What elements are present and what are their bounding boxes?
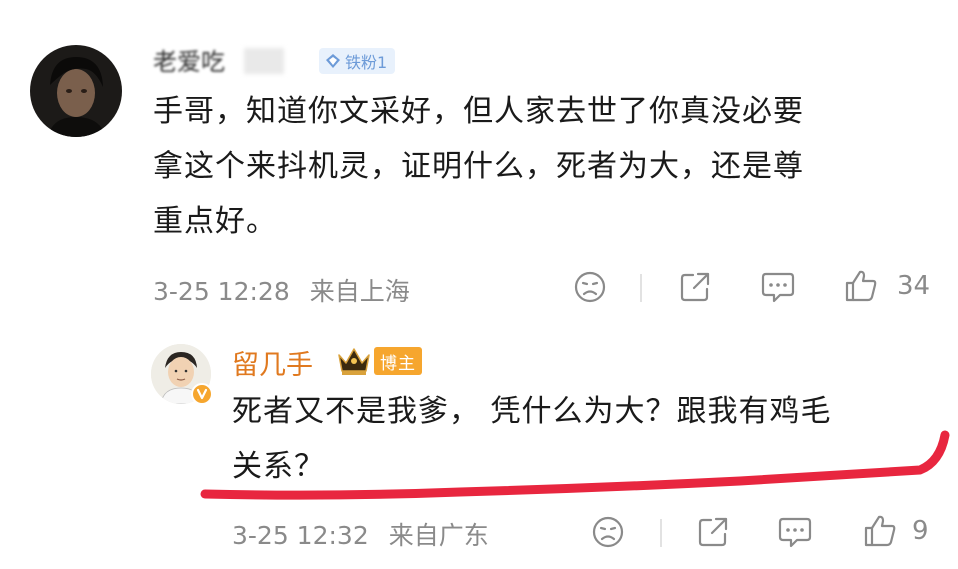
comment-bubble-icon xyxy=(778,517,812,548)
dislike-face-icon xyxy=(592,516,624,548)
divider xyxy=(660,519,662,547)
like-button[interactable]: 9 xyxy=(862,513,929,549)
thumbs-up-icon xyxy=(864,515,896,547)
comment-meta: 3-25 12:32 来自广东 xyxy=(232,516,489,552)
comment-location: 来自广东 xyxy=(388,521,489,550)
share-button[interactable] xyxy=(696,515,730,549)
dislike-button[interactable] xyxy=(591,515,625,549)
red-underline-annotation xyxy=(200,430,950,500)
comment-time: 3-25 12:32 xyxy=(232,521,369,550)
reply-button[interactable] xyxy=(777,515,813,549)
share-icon xyxy=(698,517,728,547)
like-count: 9 xyxy=(912,516,929,546)
